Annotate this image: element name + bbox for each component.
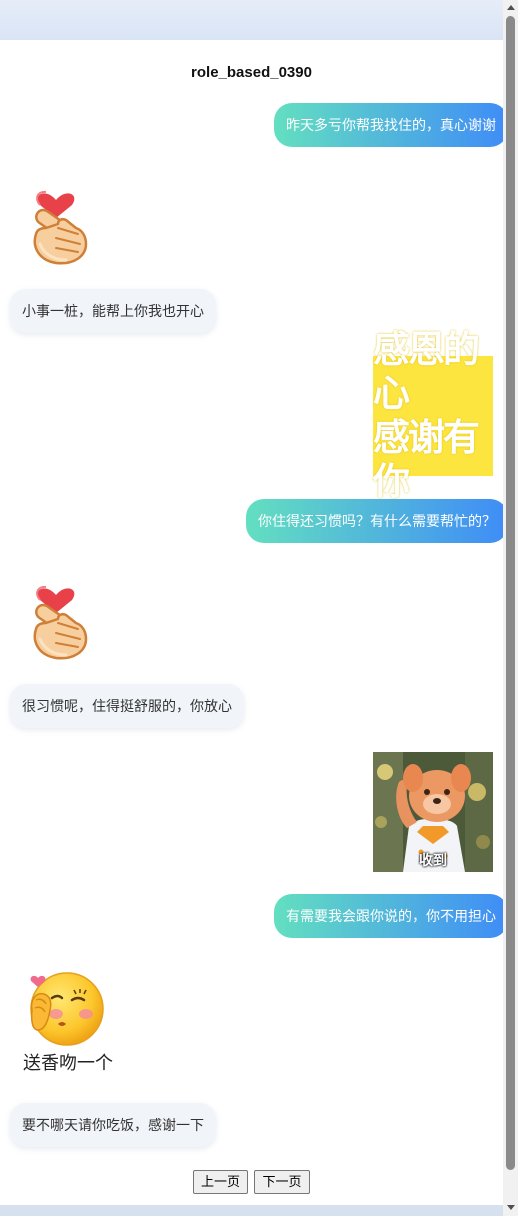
message-bubble-bot: 很习惯呢，住得挺舒服的，你放心 xyxy=(10,684,244,728)
sticker-caption: 收到 xyxy=(419,852,447,868)
scroll-up-arrow-icon[interactable] xyxy=(507,5,515,10)
next-page-button[interactable]: 下一页 xyxy=(254,1170,310,1194)
kiss-face-icon xyxy=(30,972,104,1046)
message-bubble-user: 你住得还习惯吗？有什么需要帮忙的？ xyxy=(246,499,508,543)
page-title: role_based_0390 xyxy=(191,64,312,81)
message-bubble-user: 有需要我会跟你说的，你不用担心 xyxy=(274,894,508,938)
gratitude-poster-sticker: 感恩的心 感谢有你 xyxy=(373,328,493,503)
message-bubble-user: 昨天多亏你帮我找住的，真心谢谢 xyxy=(274,103,508,147)
poster-line: 感恩的心 xyxy=(373,328,480,415)
header-band xyxy=(0,0,503,40)
prev-page-button[interactable]: 上一页 xyxy=(193,1170,248,1194)
footer-band xyxy=(0,1205,503,1216)
vertical-scrollbar[interactable] xyxy=(503,0,518,1216)
scroll-down-arrow-icon[interactable] xyxy=(507,1205,515,1210)
mascot-photo-sticker: 收到 xyxy=(373,752,493,872)
scrollbar-thumb[interactable] xyxy=(506,16,515,1170)
finger-heart-icon xyxy=(33,585,88,660)
sticker-caption: 送香吻一个 xyxy=(23,1053,113,1073)
poster-line: 感谢有你 xyxy=(373,416,480,503)
message-bubble-bot: 小事一桩，能帮上你我也开心 xyxy=(10,289,216,333)
message-bubble-bot: 要不哪天请你吃饭，感谢一下 xyxy=(10,1103,216,1147)
finger-heart-icon xyxy=(33,190,88,265)
